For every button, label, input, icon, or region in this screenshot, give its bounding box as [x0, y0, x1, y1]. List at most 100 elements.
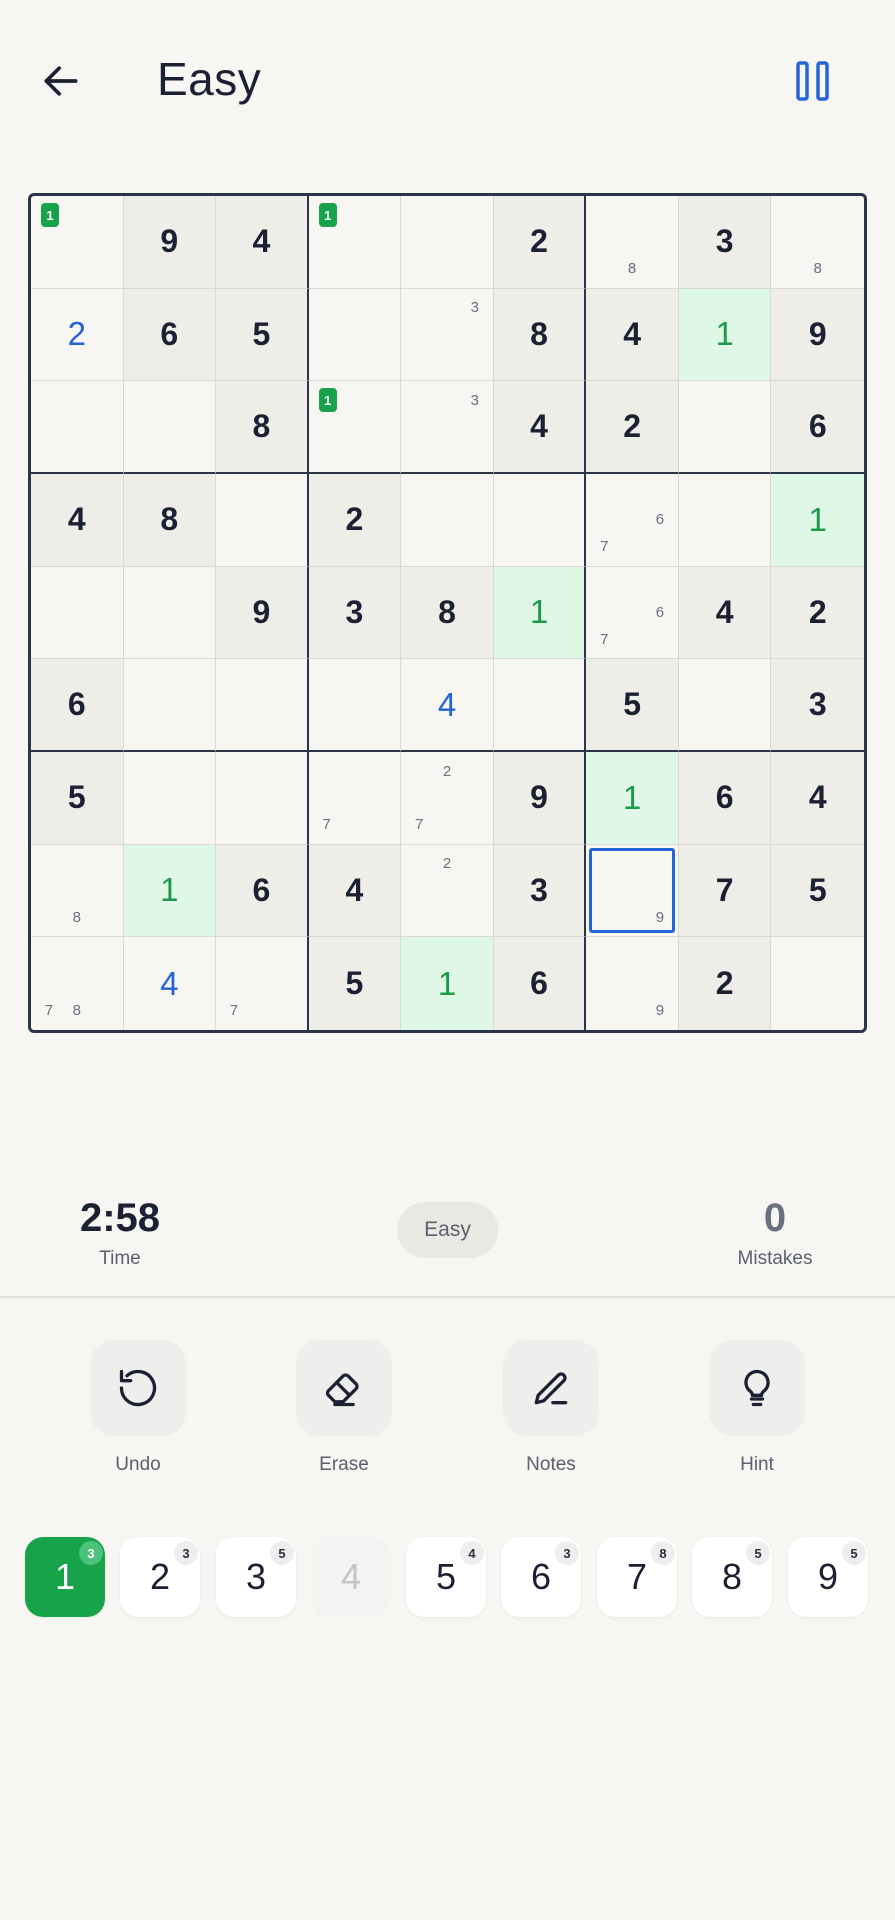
- hint-button[interactable]: Hint: [702, 1340, 812, 1476]
- board-cell[interactable]: 1: [678, 288, 772, 382]
- board-cell[interactable]: 8: [586, 196, 679, 289]
- board-cell[interactable]: 1: [493, 566, 587, 660]
- board-cell[interactable]: 6: [771, 381, 864, 474]
- board-cell[interactable]: 1: [308, 381, 402, 474]
- board-cell[interactable]: 8: [31, 844, 124, 938]
- board-cell[interactable]: 1: [771, 473, 864, 567]
- board-cell[interactable]: 3: [771, 659, 864, 752]
- board-cell[interactable]: [678, 381, 772, 474]
- board-cell[interactable]: 1: [586, 751, 679, 845]
- board-cell[interactable]: 2: [308, 473, 402, 567]
- board-cell[interactable]: [123, 659, 217, 752]
- board-cell[interactable]: 6: [216, 844, 309, 938]
- board-cell[interactable]: [31, 566, 124, 660]
- board-cell[interactable]: 6: [493, 937, 587, 1030]
- board-cell[interactable]: 3: [308, 566, 402, 660]
- board-cell[interactable]: 3: [493, 844, 587, 938]
- board-cell[interactable]: 4: [401, 659, 494, 752]
- board-cell[interactable]: 1: [308, 196, 402, 289]
- back-button[interactable]: [30, 50, 92, 112]
- board-cell[interactable]: [216, 473, 309, 567]
- board-cell[interactable]: 8: [771, 196, 864, 289]
- board-cell[interactable]: 4: [308, 844, 402, 938]
- board-cell[interactable]: 7: [678, 844, 772, 938]
- number-button-2[interactable]: 23: [120, 1537, 200, 1617]
- board-cell[interactable]: 4: [678, 566, 772, 660]
- board-cell[interactable]: 1: [123, 844, 217, 938]
- board-cell[interactable]: [678, 659, 772, 752]
- board-cell[interactable]: 2: [401, 844, 494, 938]
- board-cell[interactable]: 8: [216, 381, 309, 474]
- board-cell[interactable]: [123, 566, 217, 660]
- number-button-1[interactable]: 13: [25, 1537, 105, 1617]
- board-cell[interactable]: 8: [493, 288, 587, 382]
- board-cell[interactable]: 1: [31, 196, 124, 289]
- board-cell[interactable]: 2: [678, 937, 772, 1030]
- number-button-4[interactable]: 4: [311, 1537, 391, 1617]
- board-cell[interactable]: [678, 473, 772, 567]
- board-cell[interactable]: [401, 473, 494, 567]
- number-button-3[interactable]: 35: [216, 1537, 296, 1617]
- board-cell[interactable]: 4: [216, 196, 309, 289]
- board-cell[interactable]: 4: [586, 288, 679, 382]
- board-cell[interactable]: 3: [401, 288, 494, 382]
- board-cell[interactable]: 8: [123, 473, 217, 567]
- board-cell[interactable]: [31, 381, 124, 474]
- board-cell[interactable]: 27: [401, 751, 494, 845]
- board-cell[interactable]: [308, 288, 402, 382]
- board-cell[interactable]: 9: [771, 288, 864, 382]
- board-cell[interactable]: 9: [216, 566, 309, 660]
- number-button-6[interactable]: 63: [501, 1537, 581, 1617]
- note-slot: [368, 229, 396, 256]
- board-cell[interactable]: 6: [678, 751, 772, 845]
- board-cell[interactable]: 9: [586, 937, 679, 1030]
- number-button-9[interactable]: 95: [788, 1537, 868, 1617]
- undo-button[interactable]: Undo: [83, 1340, 193, 1476]
- notes-button[interactable]: Notes: [496, 1340, 606, 1476]
- board-cell[interactable]: 2: [586, 381, 679, 474]
- board-cell[interactable]: 2: [771, 566, 864, 660]
- board-cell[interactable]: 6: [123, 288, 217, 382]
- board-cell[interactable]: 5: [308, 937, 402, 1030]
- board-cell[interactable]: 4: [493, 381, 587, 474]
- board-cell[interactable]: 6: [31, 659, 124, 752]
- board-cell[interactable]: 4: [124, 937, 217, 1030]
- board-cell[interactable]: [493, 659, 587, 752]
- board-cell[interactable]: 7: [308, 751, 402, 845]
- board-cell[interactable]: [308, 659, 402, 752]
- board-cell[interactable]: 1: [401, 937, 494, 1030]
- board-cell[interactable]: [493, 473, 587, 567]
- pause-button[interactable]: [782, 50, 844, 112]
- board-cell[interactable]: [216, 659, 309, 752]
- board-cell[interactable]: 3: [401, 381, 494, 474]
- board-cell[interactable]: [771, 937, 864, 1030]
- board-cell[interactable]: 5: [216, 288, 309, 382]
- board-cell[interactable]: [401, 196, 494, 289]
- board-cell[interactable]: [123, 381, 217, 474]
- board-cell[interactable]: 78: [31, 937, 124, 1030]
- board-cell[interactable]: 5: [31, 751, 124, 845]
- board-cell[interactable]: 8: [401, 566, 494, 660]
- board-cell[interactable]: 5: [586, 659, 679, 752]
- board-cell[interactable]: 2: [493, 196, 587, 289]
- board-cell[interactable]: 2: [31, 288, 124, 382]
- number-button-7[interactable]: 78: [597, 1537, 677, 1617]
- board-cell[interactable]: [216, 751, 309, 845]
- number-button-8[interactable]: 85: [692, 1537, 772, 1617]
- board-cell[interactable]: 9: [123, 196, 217, 289]
- board-cell[interactable]: 5: [771, 844, 864, 938]
- board-cell[interactable]: 7: [216, 937, 309, 1030]
- selected-cell[interactable]: 9: [586, 844, 679, 938]
- erase-button[interactable]: Erase: [289, 1340, 399, 1476]
- board-cell[interactable]: 4: [31, 473, 124, 567]
- board-cell[interactable]: 9: [493, 751, 587, 845]
- note-slot: [341, 202, 369, 229]
- board-cell[interactable]: 67: [586, 473, 679, 567]
- number-button-5[interactable]: 54: [406, 1537, 486, 1617]
- board-cell[interactable]: 67: [586, 566, 679, 660]
- board-cell[interactable]: 3: [678, 196, 772, 289]
- board-cell[interactable]: 4: [771, 751, 864, 845]
- board-cell[interactable]: [123, 751, 217, 845]
- cell-notes: 78: [31, 937, 123, 1030]
- cell-value: 6: [808, 408, 827, 445]
